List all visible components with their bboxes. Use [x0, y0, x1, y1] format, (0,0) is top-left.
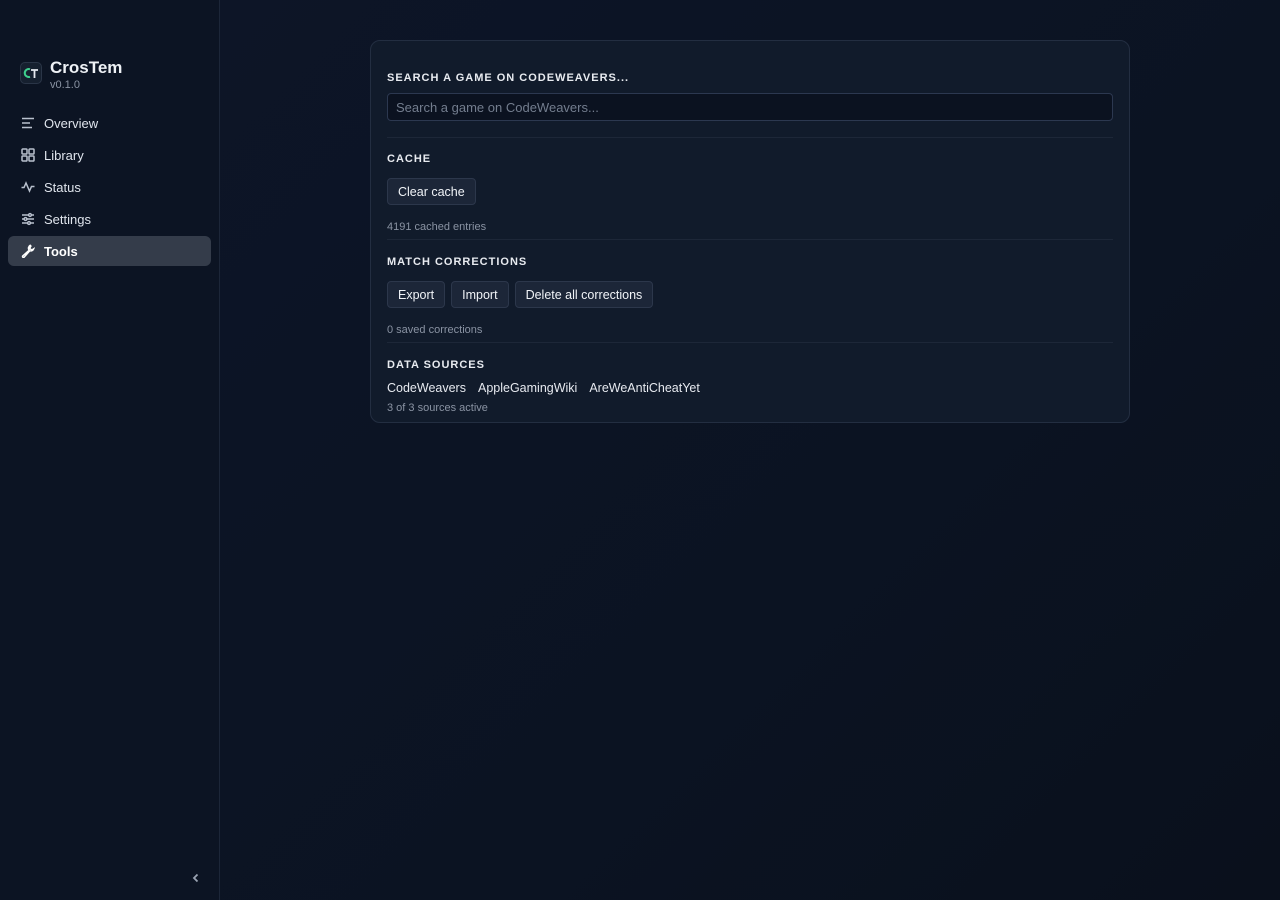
divider — [387, 137, 1113, 138]
sidebar-item-status[interactable]: Status — [8, 172, 211, 202]
sidebar-item-label: Status — [44, 179, 81, 195]
chevron-left-icon — [192, 873, 199, 883]
clear-cache-button[interactable]: Clear cache — [387, 178, 476, 205]
brand: CrosTem v0.1.0 — [20, 58, 122, 92]
corrections-actions: Export Import Delete all corrections — [387, 281, 1113, 308]
tools-panel: SEARCH A GAME ON CODEWEAVERS... CACHE Cl… — [370, 40, 1130, 423]
main-content: SEARCH A GAME ON CODEWEAVERS... CACHE Cl… — [220, 0, 1280, 900]
search-section: SEARCH A GAME ON CODEWEAVERS... — [387, 71, 1113, 121]
sidebar-item-label: Tools — [44, 243, 78, 259]
collapse-sidebar-button[interactable] — [186, 868, 206, 888]
data-source-item: AppleGamingWiki — [477, 381, 578, 395]
data-sources-title: DATA SOURCES — [387, 359, 485, 371]
sliders-icon — [20, 211, 36, 227]
overview-icon — [20, 115, 36, 131]
data-source-item: CodeWeavers — [387, 381, 466, 395]
data-sources-section: DATA SOURCES CodeWeavers AppleGamingWiki… — [387, 358, 1113, 415]
cache-section: CACHE Clear cache 4191 cached entries — [387, 152, 1113, 234]
data-sources-list: CodeWeavers AppleGamingWiki AreWeAntiChe… — [387, 380, 1113, 396]
sidebar-item-label: Settings — [44, 211, 91, 227]
search-section-title: SEARCH A GAME ON CODEWEAVERS... — [387, 72, 630, 84]
data-source-item: AreWeAntiCheatYet — [589, 381, 700, 395]
divider — [387, 342, 1113, 343]
sidebar-item-label: Library — [44, 147, 84, 163]
sidebar-item-library[interactable]: Library — [8, 140, 211, 170]
export-button[interactable]: Export — [387, 281, 446, 308]
app-logo-icon — [20, 62, 42, 84]
import-button[interactable]: Import — [451, 281, 509, 308]
sidebar-item-label: Overview — [44, 115, 99, 131]
app-name: CrosTem — [50, 58, 123, 77]
sidebar: CrosTem v0.1.0 Overview Library Status S… — [0, 0, 220, 900]
sidebar-item-settings[interactable]: Settings — [8, 204, 211, 234]
cache-entries-count: 4191 cached entries — [387, 221, 487, 233]
grid-icon — [20, 147, 36, 163]
app-version: v0.1.0 — [50, 79, 80, 91]
sidebar-nav: Overview Library Status Settings Tools — [8, 108, 211, 268]
cache-section-title: CACHE — [387, 153, 432, 165]
app-window: CrosTem v0.1.0 Overview Library Status S… — [0, 0, 1280, 900]
delete-all-corrections-button[interactable]: Delete all corrections — [514, 281, 654, 308]
match-corrections-section: MATCH CORRECTIONS Export Import Delete a… — [387, 255, 1113, 337]
sidebar-item-tools[interactable]: Tools — [8, 236, 211, 266]
match-corrections-title: MATCH CORRECTIONS — [387, 256, 528, 268]
search-input[interactable] — [387, 93, 1113, 121]
active-sources-count: 3 of 3 sources active — [387, 402, 488, 414]
activity-icon — [20, 179, 36, 195]
sidebar-item-overview[interactable]: Overview — [8, 108, 211, 138]
divider — [387, 239, 1113, 240]
saved-corrections-count: 0 saved corrections — [387, 324, 483, 336]
cache-actions: Clear cache — [387, 178, 1113, 205]
wrench-icon — [20, 243, 36, 259]
